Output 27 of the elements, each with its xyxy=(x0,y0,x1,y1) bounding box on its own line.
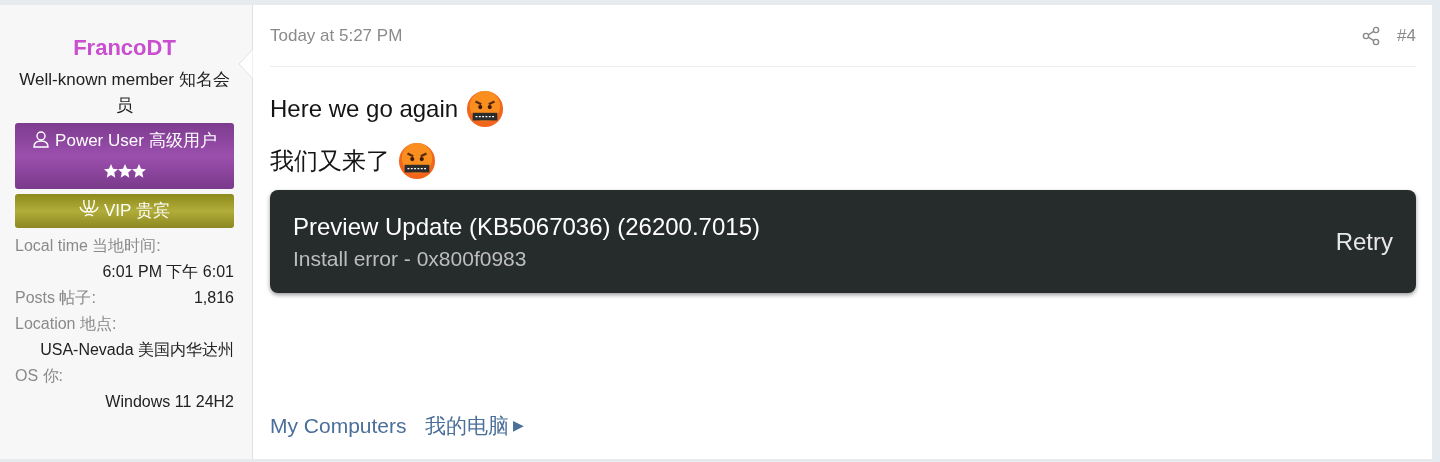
update-title: Preview Update (KB5067036) (26200.7015) xyxy=(293,212,760,242)
signature-link[interactable]: 我的电脑 xyxy=(424,409,509,441)
info-label: Local time 当地时间: xyxy=(15,236,162,256)
info-value: Windows 11 24H2 xyxy=(104,392,234,412)
post-text: 我们又来了 xyxy=(270,146,390,176)
angry-face-icon xyxy=(398,142,436,180)
user-name[interactable]: FrancoDT xyxy=(15,31,234,64)
post-number[interactable]: #4 xyxy=(1397,22,1416,49)
post-date: Today at 5:27 PM xyxy=(270,24,403,47)
person-icon xyxy=(32,130,51,148)
signature-link[interactable]: My Computers xyxy=(270,409,407,441)
banner-label: Power User 高级用户 xyxy=(54,131,217,150)
info-label: Location 地点: xyxy=(15,314,118,334)
emblem-icon xyxy=(79,198,100,218)
post-text: Here we go again xyxy=(270,94,459,124)
info-value: USA-Nevada 美国内华达州 xyxy=(39,340,234,360)
angry-face-icon xyxy=(466,90,505,128)
banner-label: VIP 贵宾 xyxy=(102,201,170,220)
caret-icon: ▶ xyxy=(512,414,524,436)
share-icon[interactable] xyxy=(1361,25,1382,46)
info-value: 1,816 xyxy=(193,288,234,308)
info-value: 6:01 PM 下午 6:01 xyxy=(101,262,234,282)
info-label: OS 你: xyxy=(15,366,64,386)
error-message: Install error - 0x800f0983 xyxy=(293,246,528,272)
user-title: Well-known member 知名会员 xyxy=(18,69,231,117)
retry-button[interactable]: Retry xyxy=(1335,224,1393,260)
info-label: Posts 帖子: xyxy=(15,288,96,308)
